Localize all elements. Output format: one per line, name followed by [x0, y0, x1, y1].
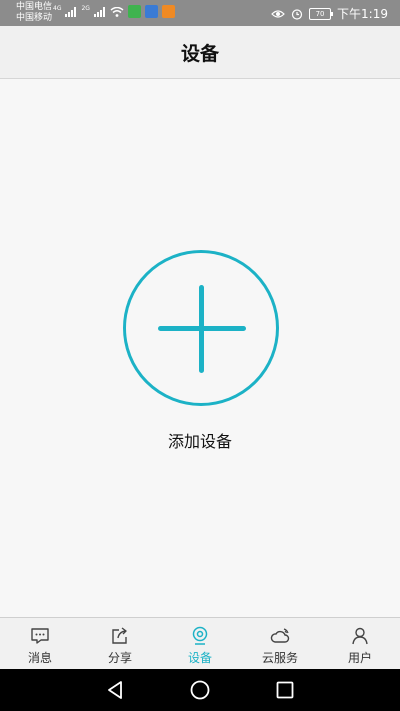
tab-label: 消息	[27, 651, 52, 665]
back-triangle-icon[interactable]	[104, 679, 126, 701]
message-icon	[31, 628, 49, 644]
user-icon	[352, 627, 368, 645]
tab-label: 云服务	[261, 651, 298, 665]
share-icon	[112, 627, 127, 644]
tab-label: 用户	[347, 651, 372, 665]
header-bar: 设备	[0, 26, 400, 79]
tab-user[interactable]: 用户	[320, 618, 400, 670]
add-device-button[interactable]	[123, 250, 279, 406]
carrier-2: 中国移动	[16, 13, 53, 23]
tab-devices[interactable]: 设备	[160, 618, 240, 670]
camera-icon	[192, 626, 208, 645]
app-notification-icon	[161, 5, 175, 18]
carrier-1: 中国电信	[16, 2, 53, 12]
recents-square-icon[interactable]	[274, 679, 296, 701]
tab-messages[interactable]: 消息	[0, 618, 80, 670]
home-circle-icon[interactable]	[189, 679, 211, 701]
alarm-icon	[291, 8, 303, 20]
status-left-icons: 4G 2G	[53, 5, 175, 18]
signal-icon	[93, 6, 105, 17]
tab-label: 设备	[187, 651, 212, 665]
add-device-label[interactable]: 添加设备	[0, 428, 400, 452]
tab-cloud-service[interactable]: 云服务	[240, 618, 320, 670]
status-bar: 中国电信 中国移动 4G 2G 70 下午1:19	[0, 0, 400, 26]
wifi-icon	[110, 6, 124, 17]
page-title: 设备	[180, 42, 219, 65]
cloud-icon	[270, 628, 290, 643]
net-type-1: 4G	[53, 4, 62, 12]
plus-icon-vertical	[199, 285, 204, 373]
tab-label: 分享	[107, 651, 132, 665]
carrier-info: 中国电信 中国移动	[16, 2, 52, 24]
eye-icon	[271, 9, 285, 18]
signal-icon	[65, 6, 77, 17]
net-type-2: 2G	[81, 4, 90, 12]
app-notification-icon	[144, 5, 158, 18]
app-notification-icon	[127, 5, 141, 18]
tab-share[interactable]: 分享	[80, 618, 160, 670]
bottom-tab-bar: 消息 分享 设备 云服务 用户	[0, 617, 400, 670]
clock: 下午1:19	[337, 7, 388, 21]
battery-icon: 70	[309, 7, 334, 20]
status-right-icons: 70 下午1:19	[271, 5, 388, 22]
system-nav-bar	[0, 669, 400, 711]
